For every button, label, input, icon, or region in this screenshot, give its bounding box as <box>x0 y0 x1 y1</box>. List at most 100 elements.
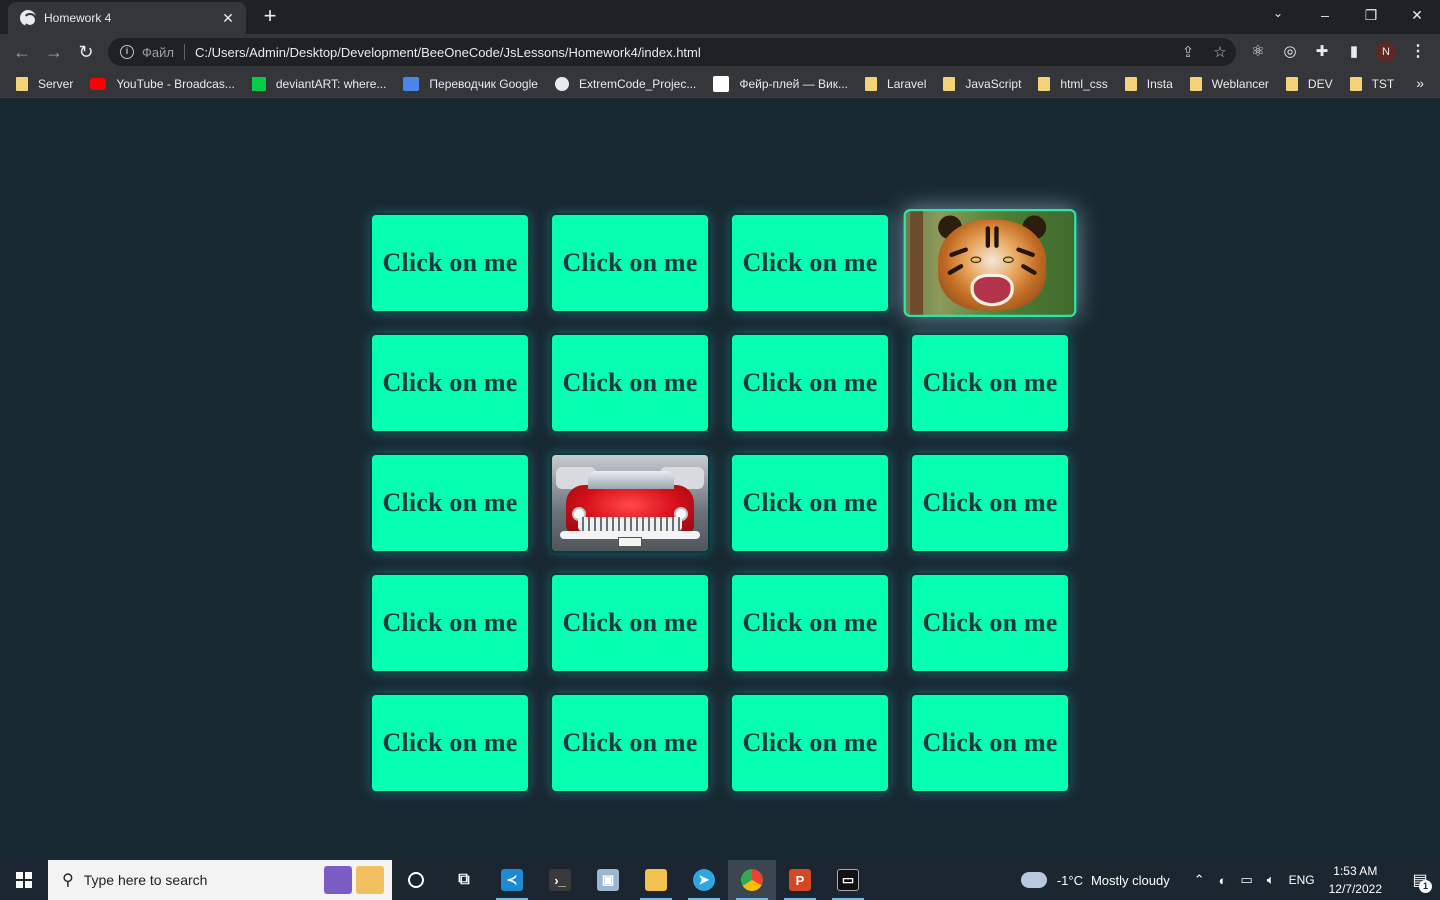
terminal-icon[interactable]: ›_ <box>536 860 584 900</box>
menu-dots-icon[interactable]: ⋮ <box>1408 42 1428 62</box>
browser-tab-active[interactable]: Homework 4 ✕ <box>8 2 246 34</box>
search-icon: ⚲ <box>62 872 74 889</box>
tab-search-chevron-icon[interactable]: ⌄ <box>1268 6 1288 20</box>
task-view-icon[interactable]: ⧉ <box>440 860 488 900</box>
bookmark-item[interactable]: deviantART: where... <box>251 76 387 91</box>
bookmark-item[interactable]: ExtremCode_Projec... <box>554 76 697 91</box>
game-card[interactable]: Click on me <box>550 573 710 673</box>
bookmark-item[interactable]: Weblancer <box>1189 76 1269 91</box>
info-icon[interactable]: i <box>120 45 134 59</box>
powerpoint-icon[interactable]: P <box>776 860 824 900</box>
puzzle-icon[interactable]: ✚ <box>1312 42 1332 62</box>
temperature-text[interactable]: -1°C <box>1057 873 1083 888</box>
share-icon[interactable]: ⇪ <box>1172 43 1204 61</box>
language-indicator[interactable]: ENG <box>1289 873 1315 887</box>
game-card[interactable]: Click on me <box>910 333 1070 433</box>
google-translate-icon <box>403 76 420 91</box>
game-card[interactable]: Click on me <box>730 693 890 793</box>
bookmark-item[interactable]: html_css <box>1038 76 1108 91</box>
car-image <box>552 455 708 551</box>
clock[interactable]: 1:53 AM 12/7/2022 <box>1329 862 1382 898</box>
minimize-button[interactable]: – <box>1302 0 1348 30</box>
start-button[interactable] <box>0 860 48 900</box>
extension-circle-icon[interactable]: ◎ <box>1280 42 1300 62</box>
address-bar[interactable]: i Файл C:/Users/Admin/Desktop/Developmen… <box>108 38 1236 66</box>
bookmark-label: JavaScript <box>965 76 1022 91</box>
bookmark-label: Переводчик Google <box>429 76 538 91</box>
game-card[interactable]: Click on me <box>370 213 530 313</box>
weather-text[interactable]: Mostly cloudy <box>1091 873 1170 888</box>
clock-time: 1:53 AM <box>1333 864 1378 878</box>
bookmarks-bar: Server YouTube - Broadcas... deviantART:… <box>0 70 1440 98</box>
file-explorer-icon[interactable] <box>632 860 680 900</box>
cmd-icon[interactable]: ▭ <box>824 860 872 900</box>
game-card[interactable]: Click on me <box>550 333 710 433</box>
chrome-icon[interactable] <box>728 860 776 900</box>
game-card-revealed-car[interactable] <box>550 453 710 553</box>
folder-icon <box>1285 76 1298 91</box>
omnibox-separator <box>183 44 185 60</box>
game-card[interactable]: Click on me <box>730 333 890 433</box>
game-card[interactable]: Click on me <box>910 453 1070 553</box>
reload-icon[interactable]: ↻ <box>74 40 98 64</box>
tab-close-button[interactable]: ✕ <box>220 10 236 27</box>
meet-now-icon[interactable]: ◐ <box>1219 873 1227 888</box>
taskbar-search-box[interactable]: ⚲ Type here to search <box>48 860 392 900</box>
bookmark-item[interactable]: YouTube - Broadcas... <box>90 77 235 91</box>
game-card[interactable]: Click on me <box>550 693 710 793</box>
wikipedia-icon <box>713 75 730 92</box>
bookmark-label: deviantART: where... <box>275 76 387 91</box>
new-tab-button[interactable]: + <box>258 5 282 27</box>
restore-button[interactable]: ❐ <box>1348 0 1394 30</box>
game-card[interactable]: Click on me <box>910 573 1070 673</box>
card-grid: Click on me Click on me Click on me Clic… <box>370 209 1077 793</box>
game-card[interactable]: Click on me <box>730 213 890 313</box>
game-card[interactable]: Click on me <box>550 213 710 313</box>
window-controls: – ❐ ✕ <box>1302 0 1440 30</box>
bookmark-label: ExtremCode_Projec... <box>578 76 697 91</box>
cortana-icon[interactable] <box>392 860 440 900</box>
page-viewport: Click on me Click on me Click on me Clic… <box>0 99 1440 860</box>
game-card[interactable]: Click on me <box>370 693 530 793</box>
back-arrow-icon[interactable]: ← <box>10 40 34 64</box>
bookmark-label: Server <box>38 76 74 91</box>
folder-icon <box>1349 76 1362 91</box>
game-card[interactable]: Click on me <box>730 573 890 673</box>
game-card-revealed-tiger[interactable] <box>903 209 1077 317</box>
profile-avatar[interactable]: N <box>1376 42 1396 62</box>
bookmark-label: YouTube - Broadcas... <box>116 76 235 91</box>
bookmark-label: DEV <box>1307 76 1333 91</box>
browser-titlebar: Homework 4 ✕ + ⌄ – ❐ ✕ <box>0 0 1440 34</box>
side-panel-icon[interactable]: ▮ <box>1344 42 1364 62</box>
bookmark-item[interactable]: TST <box>1349 76 1394 91</box>
bookmark-item[interactable]: Переводчик Google <box>403 76 538 91</box>
url-text[interactable]: C:/Users/Admin/Desktop/Development/BeeOn… <box>195 45 1172 60</box>
vscode-icon[interactable]: ≺ <box>488 860 536 900</box>
notification-icon[interactable]: ▤ 1 <box>1400 860 1440 900</box>
bookmark-item[interactable]: DEV <box>1285 76 1333 91</box>
star-icon[interactable]: ☆ <box>1204 43 1236 61</box>
cloudy-weather-icon[interactable] <box>1020 866 1047 888</box>
photos-icon[interactable]: ▣ <box>584 860 632 900</box>
bookmark-item[interactable]: Фейр-плей — Вик... <box>713 75 848 92</box>
game-card[interactable]: Click on me <box>370 573 530 673</box>
tiger-image <box>905 211 1075 315</box>
game-card[interactable]: Click on me <box>910 693 1070 793</box>
chevron-up-icon[interactable]: ⌃ <box>1194 872 1205 888</box>
bookmark-item[interactable]: JavaScript <box>943 76 1022 91</box>
tab-title: Homework 4 <box>44 11 112 25</box>
game-card[interactable]: Click on me <box>730 453 890 553</box>
game-card[interactable]: Click on me <box>370 453 530 553</box>
telegram-icon[interactable]: ➤ <box>680 860 728 900</box>
bookmarks-overflow-button[interactable]: » <box>1416 75 1424 91</box>
forward-arrow-icon[interactable]: → <box>42 40 66 64</box>
browser-toolbar: ← → ↻ i Файл C:/Users/Admin/Desktop/Deve… <box>0 34 1440 70</box>
bookmark-item[interactable]: Insta <box>1124 76 1173 91</box>
bookmark-item[interactable]: Server <box>16 76 74 91</box>
bookmark-item[interactable]: Laravel <box>865 76 926 91</box>
close-window-button[interactable]: ✕ <box>1394 0 1440 30</box>
react-devtools-icon[interactable]: ⚛ <box>1248 42 1268 62</box>
game-card[interactable]: Click on me <box>370 333 530 433</box>
network-icon[interactable]: ▭ <box>1240 872 1252 888</box>
volume-icon[interactable]: 🔈︎ <box>1267 872 1275 888</box>
